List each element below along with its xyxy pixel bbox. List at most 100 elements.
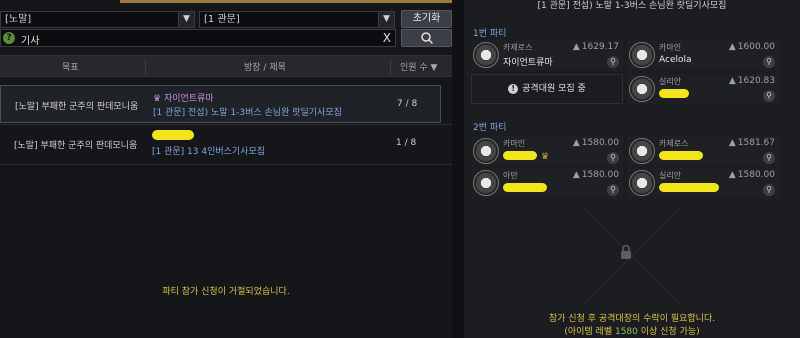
panel-divider bbox=[452, 0, 464, 338]
rejection-notice: 파티 참가 신청이 거절되었습니다. bbox=[162, 287, 290, 297]
info-icon: ! bbox=[508, 84, 519, 94]
leader-crown-icon: ♛ bbox=[153, 94, 164, 104]
class-emblem-icon bbox=[629, 170, 655, 196]
inspect-icon[interactable]: ⚲ bbox=[607, 184, 619, 196]
header-divider bbox=[390, 59, 391, 74]
item-level-icon: ▲ bbox=[572, 42, 580, 52]
member-item-level: ▲ 1580.00 bbox=[728, 170, 775, 180]
party-member-slot[interactable]: 카마인 Acelola ▲ 1600.00 ⚲ bbox=[627, 40, 779, 70]
party-detail-panel: [1 관문] 전섭) 노말 1-3버스 손님완 랏딜기사모집 1번 파티 카제로… bbox=[464, 0, 800, 338]
class-emblem-icon bbox=[629, 138, 655, 164]
region-select[interactable]: [노말] ▼ bbox=[0, 11, 195, 28]
class-emblem-icon bbox=[629, 76, 655, 102]
header-divider bbox=[145, 59, 146, 74]
level-requirement-notice: (아이템 레벨 1580 이상 신청 가능) bbox=[564, 327, 700, 337]
header-members[interactable]: 인원 수 ▼ bbox=[400, 60, 437, 73]
lock-emblem-decoration bbox=[583, 208, 681, 304]
search-input[interactable]: ? 기사 X bbox=[0, 29, 396, 47]
row-goal: [노말] 부패한 군주의 판데모니움 bbox=[15, 102, 139, 112]
clear-icon[interactable]: X bbox=[383, 31, 391, 45]
member-item-level: ▲ 1600.00 bbox=[728, 42, 775, 52]
table-header: 목표 방장 / 제목 인원 수 ▼ bbox=[0, 55, 452, 77]
redacted-leader-name bbox=[152, 130, 194, 140]
party-member-slot[interactable]: 실리안 ▲ 1580.00 ⚲ bbox=[627, 168, 779, 198]
header-leader-title[interactable]: 방장 / 제목 bbox=[244, 60, 286, 73]
item-level-icon: ▲ bbox=[728, 42, 736, 52]
recruiting-label: 공격대원 모집 중 bbox=[522, 84, 586, 94]
member-class: 카제로스 bbox=[659, 139, 689, 148]
member-class: 카마인 bbox=[659, 43, 682, 52]
locked-party-area bbox=[464, 208, 800, 304]
row-leader: ♛ 자이언트류마 bbox=[153, 91, 214, 104]
party-member-slot[interactable]: 실리안 ▲ 1620.83 ⚲ bbox=[627, 74, 779, 104]
row-title: [1 관문] 13 4인버스기사모집 bbox=[152, 144, 265, 157]
inspect-icon[interactable]: ⚲ bbox=[763, 90, 775, 102]
item-level-icon: ▲ bbox=[572, 170, 580, 180]
item-level-icon: ▲ bbox=[728, 76, 736, 86]
inspect-icon[interactable]: ⚲ bbox=[763, 56, 775, 68]
item-level-icon: ▲ bbox=[728, 170, 736, 180]
redacted-member-name bbox=[659, 183, 719, 192]
member-class: 카마인 bbox=[503, 139, 526, 148]
top-accent-line bbox=[120, 0, 452, 3]
class-emblem-icon bbox=[629, 42, 655, 68]
member-item-level: ▲ 1620.83 bbox=[728, 76, 775, 86]
search-input-value: 기사 bbox=[21, 36, 40, 47]
class-emblem-icon bbox=[473, 42, 499, 68]
member-name bbox=[659, 151, 703, 163]
leader-crown-icon: ♛ bbox=[541, 152, 550, 162]
item-level-icon: ▲ bbox=[572, 138, 580, 148]
party-member-slot[interactable]: 아만 ▲ 1580.00 ⚲ bbox=[471, 168, 623, 198]
party-member-slot[interactable]: 카제로스 ▲ 1581.67 ⚲ bbox=[627, 136, 779, 166]
member-name bbox=[503, 183, 547, 195]
required-item-level: 1580 bbox=[614, 327, 638, 337]
reset-button[interactable]: 초기화 bbox=[401, 10, 452, 28]
region-select-value: [노말] bbox=[5, 14, 32, 25]
redacted-member-name bbox=[659, 151, 703, 160]
class-emblem-icon bbox=[473, 138, 499, 164]
detail-title: [1 관문] 전섭) 노말 1-3버스 손님완 랏딜기사모집 bbox=[537, 1, 727, 11]
party-member-slot[interactable]: 카마인 ♛ ▲ 1580.00 ⚲ bbox=[471, 136, 623, 166]
role-select[interactable]: [1 관문] ▼ bbox=[199, 11, 395, 28]
help-icon[interactable]: ? bbox=[3, 32, 15, 44]
row-leader bbox=[152, 130, 194, 143]
party1-label: 1번 파티 bbox=[473, 29, 507, 39]
member-name bbox=[503, 151, 537, 163]
party-member-slot[interactable]: 카제로스 자이언트류마 ▲ 1629.17 ⚲ bbox=[471, 40, 623, 70]
redacted-member-name bbox=[503, 151, 537, 160]
search-button[interactable] bbox=[401, 29, 452, 47]
recruiting-slot: ! 공격대원 모집 중 bbox=[471, 74, 623, 104]
lock-icon bbox=[621, 244, 631, 259]
row-member-count: 7 / 8 bbox=[397, 99, 418, 109]
member-item-level: ▲ 1580.00 bbox=[572, 170, 619, 180]
row-title-text: [1 관문] 13 4인버스기사모집 bbox=[152, 147, 266, 157]
row-title-text: [1 관문] 전섭) 노말 1-3버스 손님완 랏딜기사모집 bbox=[153, 108, 342, 118]
member-item-level: ▲ 1581.67 bbox=[728, 138, 775, 148]
redacted-member-name bbox=[659, 89, 689, 98]
item-level-icon: ▲ bbox=[728, 138, 736, 148]
inspect-icon[interactable]: ⚲ bbox=[763, 184, 775, 196]
row-goal: [노말] 부패한 군주의 판데모니움 bbox=[14, 141, 138, 151]
chevron-down-icon[interactable]: ▼ bbox=[178, 12, 194, 27]
row-member-count: 1 / 8 bbox=[396, 138, 417, 148]
party-list-panel: [노말] ▼ [1 관문] ▼ 초기화 ? 기사 X 목표 방장 / 제목 인원… bbox=[0, 0, 452, 338]
member-class: 아만 bbox=[503, 171, 518, 180]
header-goal[interactable]: 목표 bbox=[62, 60, 79, 73]
chevron-down-icon[interactable]: ▼ bbox=[378, 12, 394, 27]
member-class: 실리안 bbox=[659, 77, 682, 86]
member-class: 실리안 bbox=[659, 171, 682, 180]
accept-notice: 참가 신청 후 공격대장의 수락이 필요합니다. bbox=[548, 314, 716, 324]
role-select-value: [1 관문] bbox=[204, 14, 240, 25]
member-name: Acelola bbox=[659, 55, 692, 65]
member-item-level: ▲ 1580.00 bbox=[572, 138, 619, 148]
inspect-icon[interactable]: ⚲ bbox=[607, 56, 619, 68]
inspect-icon[interactable]: ⚲ bbox=[763, 152, 775, 164]
row-title: [1 관문] 전섭) 노말 1-3버스 손님완 랏딜기사모집 bbox=[153, 105, 342, 118]
search-icon bbox=[420, 32, 433, 45]
table-row[interactable]: [노말] 부패한 군주의 판데모니움 ♛ 자이언트류마 [1 관문] 전섭) 노… bbox=[0, 85, 441, 123]
member-name bbox=[659, 183, 719, 195]
redacted-member-name bbox=[503, 183, 547, 192]
member-name bbox=[659, 89, 689, 101]
inspect-icon[interactable]: ⚲ bbox=[607, 152, 619, 164]
table-row[interactable]: [노말] 부패한 군주의 판데모니움 [1 관문] 13 4인버스기사모집 1 … bbox=[0, 125, 441, 163]
